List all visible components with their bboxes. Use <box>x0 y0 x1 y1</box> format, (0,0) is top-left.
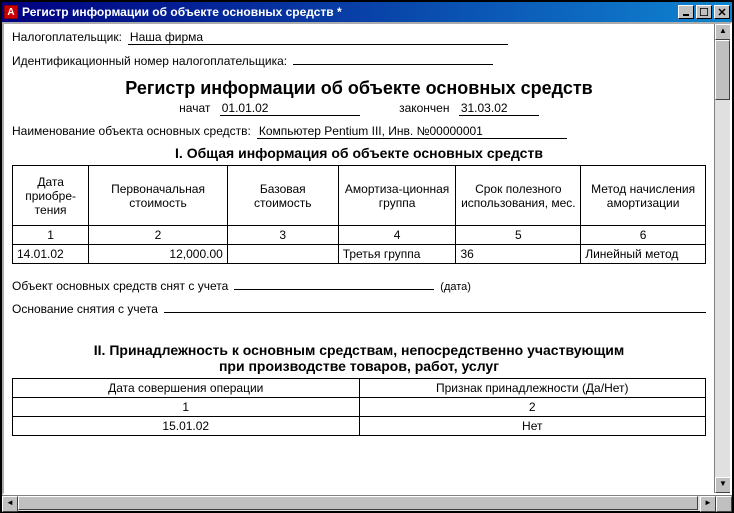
period-row: начат 01.01.02 закончен 31.03.02 <box>12 101 706 116</box>
scroll-down-button[interactable]: ▼ <box>715 477 731 493</box>
period-start-label: начат <box>179 101 210 115</box>
object-label: Наименование объекта основных средств: <box>12 124 251 138</box>
col-header: Дата приобре-тения <box>13 166 89 226</box>
table-data-row: 15.01.02 Нет <box>13 417 706 436</box>
cell[interactable]: 15.01.02 <box>13 417 360 436</box>
section1-title: I. Общая информация об объекте основных … <box>12 145 706 161</box>
scroll-left-button[interactable]: ◄ <box>2 496 18 512</box>
maximize-button[interactable] <box>696 5 712 19</box>
cell[interactable] <box>227 245 338 264</box>
dereg-reason-row: Основание снятия с учета <box>12 299 706 316</box>
table-data-row: 14.01.02 12,000.00 Третья группа 36 Лине… <box>13 245 706 264</box>
table-number-row: 1 2 <box>13 398 706 417</box>
cell[interactable]: Третья группа <box>338 245 456 264</box>
window-controls <box>678 5 730 19</box>
dereg-reason-field[interactable] <box>164 299 706 313</box>
table-header-row: Дата приобре-тения Первоначальная стоимо… <box>13 166 706 226</box>
table-number-row: 1 2 3 4 5 6 <box>13 226 706 245</box>
cell[interactable]: 14.01.02 <box>13 245 89 264</box>
cell[interactable]: Нет <box>359 417 706 436</box>
tin-row: Идентификационный номер налогоплательщик… <box>12 51 706 68</box>
scroll-thumb-h[interactable] <box>18 496 698 510</box>
dereg-field[interactable] <box>234 276 434 290</box>
col-header: Метод начисления амортизации <box>581 166 706 226</box>
col-header: Дата совершения операции <box>13 379 360 398</box>
cell[interactable]: 36 <box>456 245 581 264</box>
col-header: Признак принадлежности (Да/Нет) <box>359 379 706 398</box>
object-row: Наименование объекта основных средств: К… <box>12 124 706 139</box>
dereg-note: (дата) <box>440 281 471 293</box>
content-area: Налогоплательщик: Наша фирма Идентификац… <box>2 22 732 495</box>
taxpayer-row: Налогоплательщик: Наша фирма <box>12 30 706 45</box>
horizontal-scrollbar[interactable]: ◄ ► <box>2 495 732 511</box>
period-end-label: закончен <box>399 101 449 115</box>
taxpayer-field[interactable]: Наша фирма <box>128 30 508 45</box>
dereg-reason-label: Основание снятия с учета <box>12 302 158 316</box>
page-title: Регистр информации об объекте основных с… <box>12 78 706 99</box>
scroll-right-button[interactable]: ► <box>700 496 716 512</box>
section1-table: Дата приобре-тения Первоначальная стоимо… <box>12 165 706 264</box>
col-header: Срок полезного использования, мес. <box>456 166 581 226</box>
minimize-button[interactable] <box>678 5 694 19</box>
tin-field[interactable] <box>293 51 493 65</box>
section2-title-line1: II. Принадлежность к основным средствам,… <box>12 342 706 358</box>
tin-label: Идентификационный номер налогоплательщик… <box>12 54 287 68</box>
col-num: 2 <box>359 398 706 417</box>
period-end-field[interactable]: 31.03.02 <box>459 101 539 116</box>
col-num: 6 <box>581 226 706 245</box>
table-header-row: Дата совершения операции Признак принадл… <box>13 379 706 398</box>
period-start-field[interactable]: 01.01.02 <box>220 101 360 116</box>
app-window: A Регистр информации об объекте основных… <box>0 0 734 513</box>
section2-title-line2: при производстве товаров, работ, услуг <box>12 358 706 374</box>
col-header: Амортиза-ционная группа <box>338 166 456 226</box>
col-num: 4 <box>338 226 456 245</box>
dereg-label: Объект основных средств снят с учета <box>12 279 228 293</box>
dereg-row: Объект основных средств снят с учета (да… <box>12 276 706 293</box>
document-body: Налогоплательщик: Наша фирма Идентификац… <box>4 24 714 493</box>
col-num: 2 <box>89 226 228 245</box>
object-field[interactable]: Компьютер Pentium III, Инв. №00000001 <box>257 124 567 139</box>
scroll-track-v[interactable] <box>715 100 730 477</box>
col-header: Первоначальная стоимость <box>89 166 228 226</box>
scroll-up-button[interactable]: ▲ <box>715 24 731 40</box>
scroll-corner <box>716 496 732 512</box>
scroll-thumb-v[interactable] <box>715 40 730 100</box>
cell[interactable]: 12,000.00 <box>89 245 228 264</box>
col-num: 1 <box>13 398 360 417</box>
app-icon: A <box>4 5 18 19</box>
col-num: 1 <box>13 226 89 245</box>
section2-table: Дата совершения операции Признак принадл… <box>12 378 706 436</box>
cell[interactable]: Линейный метод <box>581 245 706 264</box>
taxpayer-label: Налогоплательщик: <box>12 30 122 44</box>
window-title: Регистр информации об объекте основных с… <box>22 5 678 19</box>
col-header: Базовая стоимость <box>227 166 338 226</box>
close-button[interactable] <box>714 5 730 19</box>
titlebar: A Регистр информации об объекте основных… <box>2 2 732 22</box>
scroll-track-h[interactable] <box>18 496 700 511</box>
vertical-scrollbar[interactable]: ▲ ▼ <box>714 24 730 493</box>
col-num: 3 <box>227 226 338 245</box>
col-num: 5 <box>456 226 581 245</box>
